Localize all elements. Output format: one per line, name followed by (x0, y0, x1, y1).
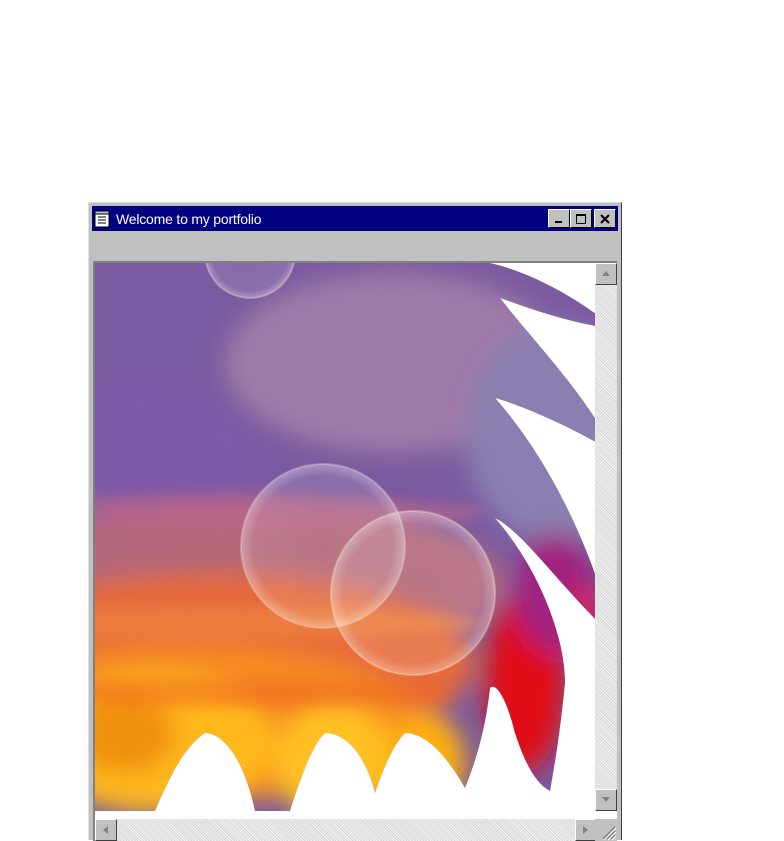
minimize-button[interactable] (548, 209, 570, 228)
maximize-icon (576, 213, 586, 224)
resize-grip-icon (602, 826, 617, 841)
close-button[interactable] (594, 209, 616, 228)
vertical-scrollbar[interactable] (595, 263, 617, 811)
caption-buttons (548, 209, 616, 228)
window-title: Welcome to my portfolio (116, 210, 262, 227)
portfolio-window: Welcome to my portfolio (88, 202, 622, 841)
scroll-left-button[interactable] (95, 819, 117, 841)
maximize-button[interactable] (570, 209, 592, 228)
scroll-down-button[interactable] (595, 789, 617, 811)
abstract-swirl-artwork (95, 263, 597, 811)
scroll-right-button[interactable] (575, 819, 597, 841)
title-bar[interactable]: Welcome to my portfolio (92, 206, 618, 231)
scroll-right-arrow-icon (583, 826, 588, 834)
close-icon (600, 213, 610, 224)
resize-grip[interactable] (595, 819, 617, 841)
scroll-down-arrow-icon (602, 797, 610, 802)
scroll-up-arrow-icon (602, 271, 610, 276)
minimize-icon (555, 220, 562, 223)
scroll-up-button[interactable] (595, 263, 617, 285)
horizontal-scrollbar[interactable] (95, 819, 597, 841)
notepad-icon (94, 210, 110, 227)
window-content (93, 261, 617, 841)
scroll-left-arrow-icon (103, 826, 108, 834)
